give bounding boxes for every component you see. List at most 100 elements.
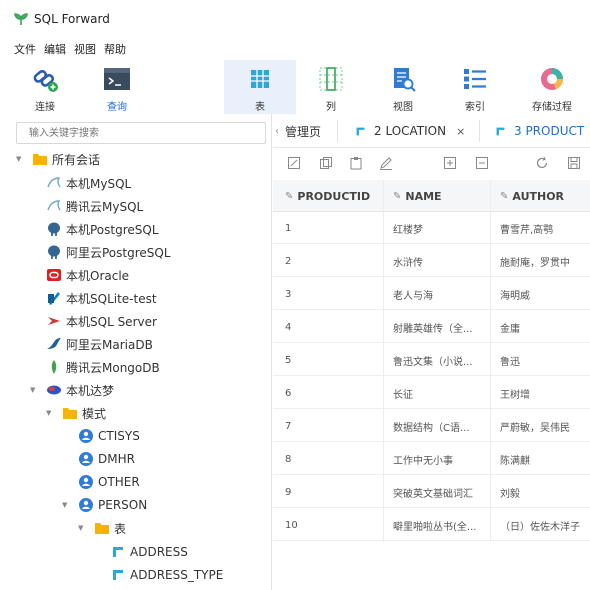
cell-name[interactable]: 长征 (393, 377, 488, 409)
column-header-productid[interactable]: ✎ PRODUCTID (285, 180, 370, 212)
index-toolbar-button[interactable]: 索引 (444, 60, 506, 114)
save-icon[interactable] (567, 156, 581, 170)
cell-productid[interactable]: 8 (285, 443, 380, 475)
delete-row-icon[interactable] (475, 156, 489, 170)
cell-name[interactable]: 突破英文基础词汇 (393, 476, 488, 508)
table-row[interactable]: 9 突破英文基础词汇 刘毅 (273, 476, 590, 508)
paste-icon[interactable] (349, 156, 363, 170)
edit-icon[interactable] (287, 156, 301, 170)
table-row[interactable]: 6 长征 王树增 (273, 377, 590, 409)
postgresql-icon (46, 244, 62, 260)
column-header-author[interactable]: ✎ AUTHOR (500, 180, 564, 212)
table-row[interactable]: 8 工作中无小事 陈满麒 (273, 443, 590, 475)
table-row[interactable]: 10 噼里啪啦丛书(全... （日）佐佐木洋子 (273, 509, 590, 541)
cell-productid[interactable]: 9 (285, 476, 380, 508)
tree-item-session[interactable]: 本机MySQL (46, 172, 131, 194)
table-row[interactable]: 3 老人与海 海明威 (273, 278, 590, 310)
cell-name[interactable]: 水浒传 (393, 245, 488, 277)
tree-item-session[interactable]: 本机SQLite-test (46, 287, 157, 309)
cell-productid[interactable]: 1 (285, 212, 380, 244)
tree-item-session[interactable]: 腾讯云MongoDB (46, 356, 160, 378)
cell-author[interactable]: 海明威 (500, 278, 590, 310)
tree-item-session[interactable]: 阿里云MariaDB (46, 333, 153, 355)
cell-author[interactable]: 施耐庵，罗贯中 (500, 245, 590, 277)
cell-author[interactable]: 刘毅 (500, 476, 590, 508)
menu-file[interactable]: 文件 (14, 41, 36, 57)
cell-author[interactable]: 曹雪芹,高鹗 (500, 212, 590, 244)
cell-productid[interactable]: 6 (285, 377, 380, 409)
procedure-toolbar-button[interactable]: 存储过程 (516, 60, 588, 114)
cell-productid[interactable]: 3 (285, 278, 380, 310)
tab-scroll-left-icon[interactable]: ‹ (275, 114, 279, 148)
table-row[interactable]: 7 数据结构（C语... 严蔚敏，吴伟民 (273, 410, 590, 442)
menu-edit[interactable]: 编辑 (44, 41, 66, 57)
query-button[interactable]: 查询 (86, 60, 148, 114)
cell-name[interactable]: 老人与海 (393, 278, 488, 310)
tree-item-schema[interactable]: CTISYS (78, 425, 140, 447)
cell-author[interactable]: 严蔚敏，吴伟民 (500, 410, 590, 442)
cell-productid[interactable]: 2 (285, 245, 380, 277)
cell-name[interactable]: 鲁迅文集（小说... (393, 344, 488, 376)
cell-name[interactable]: 工作中无小事 (393, 443, 488, 475)
table-row[interactable]: 1 红楼梦 曹雪芹,高鹗 (273, 212, 590, 244)
cell-author[interactable]: 鲁迅 (500, 344, 590, 376)
connect-button[interactable]: 连接 (14, 60, 76, 114)
table-toolbar-button[interactable]: 表 (224, 60, 296, 114)
cell-productid[interactable]: 4 (285, 311, 380, 343)
chevron-down-icon[interactable]: ▼ (78, 524, 88, 532)
chevron-down-icon[interactable]: ▼ (62, 501, 72, 509)
schema-icon (78, 451, 94, 467)
view-toolbar-button[interactable]: 视图 (372, 60, 434, 114)
tree-item-table[interactable]: ADDRESS (110, 541, 188, 563)
tree-item-session[interactable]: 腾讯云MySQL (46, 195, 143, 217)
chevron-down-icon[interactable]: ▼ (46, 409, 56, 417)
tree-item-session[interactable]: 阿里云PostgreSQL (46, 241, 171, 263)
table-icon (248, 64, 272, 94)
tree-item-tables-folder[interactable]: ▼ 表 (78, 517, 126, 539)
tab-location[interactable]: 2 LOCATION × (355, 114, 465, 148)
tree-item-session[interactable]: 本机PostgreSQL (46, 218, 159, 240)
refresh-icon[interactable] (535, 156, 549, 170)
column-toolbar-button[interactable]: 列 (300, 60, 362, 114)
cell-productid[interactable]: 5 (285, 344, 380, 376)
tree-item-all-sessions[interactable]: ▼ 所有会话 (16, 148, 100, 170)
chevron-down-icon[interactable]: ▼ (16, 155, 26, 163)
column-label: 列 (326, 102, 336, 113)
tree-item-table[interactable]: ADDRESS_TYPE (110, 564, 223, 586)
tree-item-schema-expanded[interactable]: ▼ PERSON (62, 494, 147, 516)
pencil-icon[interactable] (379, 156, 393, 170)
copy-icon[interactable] (319, 156, 333, 170)
menu-help[interactable]: 帮助 (104, 41, 126, 57)
cell-productid[interactable]: 7 (285, 410, 380, 442)
tab-management[interactable]: 管理页 (285, 114, 321, 148)
table-row[interactable]: 4 射雕英雄传（全... 金庸 (273, 311, 590, 343)
tree-item-session[interactable]: 本机Oracle (46, 264, 129, 286)
column-header-name[interactable]: ✎ NAME (393, 180, 442, 212)
cell-name[interactable]: 红楼梦 (393, 212, 488, 244)
cell-author[interactable]: （日）佐佐木洋子 (500, 509, 590, 541)
cell-author[interactable]: 王树增 (500, 377, 590, 409)
tab-divider (337, 120, 338, 142)
menu-bar: 文件 编辑 视图 帮助 (0, 38, 126, 60)
cell-author[interactable]: 陈满麒 (500, 443, 590, 475)
tree-item-session[interactable]: 本机SQL Server (46, 310, 157, 332)
chevron-down-icon[interactable]: ▼ (30, 386, 40, 394)
search-input[interactable] (16, 122, 266, 144)
table-row[interactable]: 5 鲁迅文集（小说... 鲁迅 (273, 344, 590, 376)
table-row[interactable]: 2 水浒传 施耐庵，罗贯中 (273, 245, 590, 277)
tree-item-schema[interactable]: OTHER (78, 471, 140, 493)
add-row-icon[interactable] (443, 156, 457, 170)
cell-author[interactable]: 金庸 (500, 311, 590, 343)
close-icon[interactable]: × (456, 125, 465, 138)
tree-item-schema-folder[interactable]: ▼ 模式 (46, 402, 106, 424)
cell-name[interactable]: 噼里啪啦丛书(全... (393, 509, 488, 541)
tree-item-session-expanded[interactable]: ▼ 本机达梦 (30, 379, 114, 401)
table-label: 表 (255, 102, 265, 113)
cell-productid[interactable]: 10 (285, 509, 380, 541)
tab-product[interactable]: 3 PRODUCT (495, 114, 584, 148)
menu-view[interactable]: 视图 (74, 41, 96, 57)
toolbar: 连接 查询 表 列 视图 索引 存储过程 (0, 60, 590, 114)
tree-item-schema[interactable]: DMHR (78, 448, 135, 470)
cell-name[interactable]: 数据结构（C语... (393, 410, 488, 442)
cell-name[interactable]: 射雕英雄传（全... (393, 311, 488, 343)
